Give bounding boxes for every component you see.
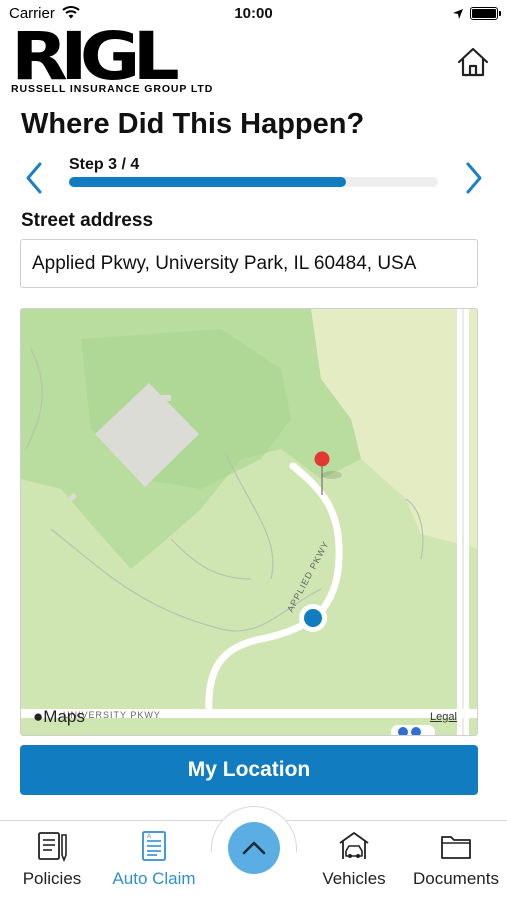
tab-label: Auto Claim (112, 869, 196, 888)
home-button[interactable] (455, 44, 491, 80)
map-view[interactable]: APPLIED PKWY UNIVERSITY PKWY ●Maps Legal (20, 308, 478, 736)
tab-policies[interactable]: Policies (14, 829, 90, 889)
step-progress-bar (69, 177, 438, 187)
logo-subtitle: RUSSELL INSURANCE GROUP LTD (11, 83, 214, 95)
tab-label: Documents (413, 869, 499, 888)
maps-label: Maps (43, 707, 85, 726)
tab-auto-claim[interactable]: A Auto Claim (104, 829, 204, 889)
apple-maps-logo: ●Maps (33, 707, 85, 727)
document-pen-icon (38, 832, 67, 863)
logo-wordmark: RIGL (11, 18, 180, 95)
street-address-label: Street address (21, 210, 154, 231)
step-label: Step 3 / 4 (69, 156, 140, 173)
expand-menu-button[interactable] (228, 822, 280, 874)
page-title: Where Did This Happen? (21, 108, 365, 140)
step-progress-fill (69, 177, 346, 187)
home-icon (457, 47, 489, 77)
apple-icon: ● (33, 707, 44, 726)
rigl-logo: RIGL RUSSELL INSURANCE GROUP LTD (11, 24, 256, 96)
tab-documents[interactable]: Documents (406, 829, 506, 889)
location-arrow-icon (452, 7, 464, 25)
previous-step-button[interactable] (20, 160, 50, 196)
claim-form-icon: A (142, 831, 166, 861)
next-step-button[interactable] (458, 160, 488, 196)
chevron-right-icon (466, 162, 482, 194)
chevron-left-icon (26, 162, 42, 194)
my-location-button[interactable]: My Location (20, 745, 478, 795)
legal-link[interactable]: Legal (430, 711, 457, 723)
folder-icon (441, 836, 471, 859)
chevron-up-icon (242, 841, 266, 855)
tab-label: Vehicles (322, 869, 386, 888)
car-garage-icon (339, 832, 369, 859)
battery-icon (470, 7, 501, 20)
svg-text:A: A (147, 834, 151, 840)
street-address-input[interactable] (20, 239, 478, 288)
map-canvas (21, 309, 477, 735)
tab-vehicles[interactable]: Vehicles (312, 829, 396, 889)
tab-label: Policies (22, 869, 82, 888)
